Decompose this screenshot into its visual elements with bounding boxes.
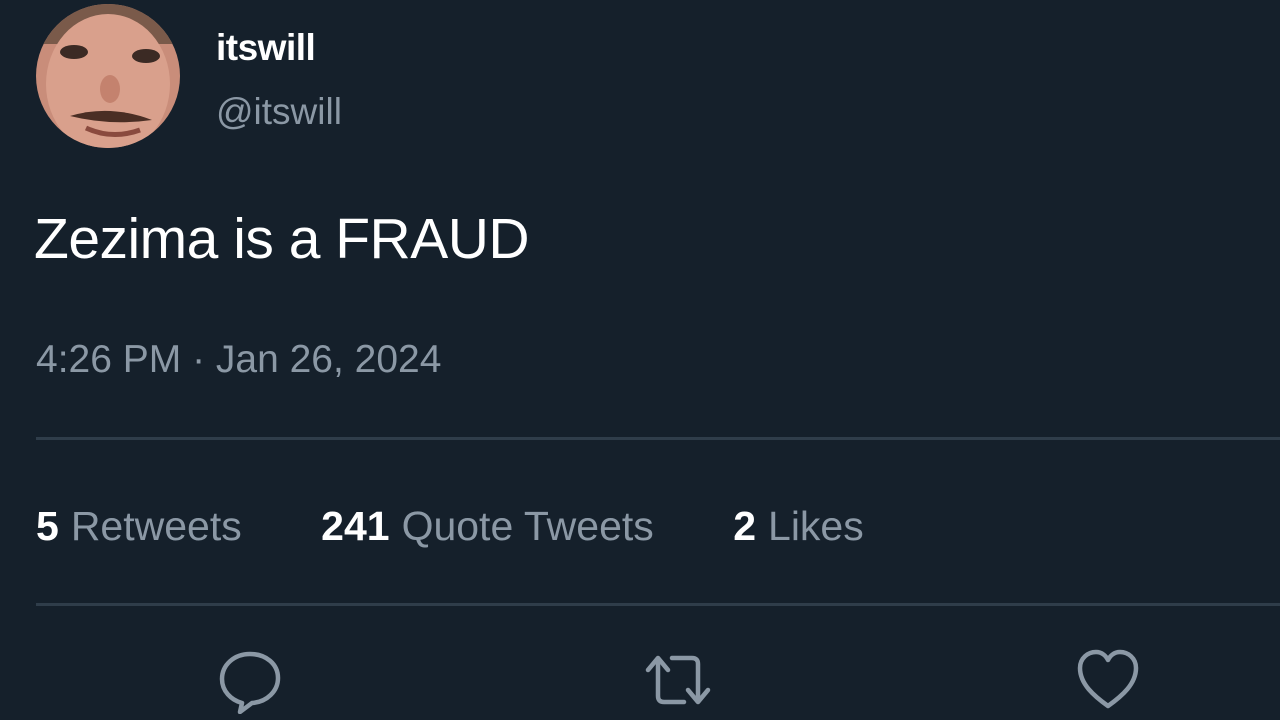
reply-icon: [219, 651, 281, 714]
tweet-text: Zezima is a FRAUD: [34, 207, 530, 271]
author-handle[interactable]: @itswill: [216, 91, 342, 133]
tweet-timestamp[interactable]: 4:26 PM · Jan 26, 2024: [36, 338, 441, 382]
engagement-stats: 5 Retweets 241 Quote Tweets 2 Likes: [36, 503, 932, 550]
retweet-button[interactable]: [644, 646, 712, 714]
quote-tweets-label: Quote Tweets: [401, 503, 654, 549]
retweets-label: Retweets: [70, 503, 242, 549]
retweet-icon: [645, 655, 711, 705]
quote-tweets-stat[interactable]: 241 Quote Tweets: [321, 503, 654, 550]
like-heart-icon: [1077, 649, 1139, 709]
author-display-name[interactable]: itswill: [216, 27, 316, 69]
likes-label: Likes: [768, 503, 864, 549]
quote-tweets-count: 241: [321, 503, 390, 549]
divider: [36, 603, 1280, 606]
avatar-photo-icon: [36, 4, 180, 148]
retweets-stat[interactable]: 5 Retweets: [36, 503, 242, 550]
retweets-count: 5: [36, 503, 59, 549]
divider: [36, 437, 1280, 440]
avatar[interactable]: [36, 4, 180, 148]
tweet-card: itswill @itswill Zezima is a FRAUD 4:26 …: [0, 0, 1280, 720]
likes-count: 2: [733, 503, 757, 549]
likes-stat[interactable]: 2 Likes: [733, 503, 864, 550]
reply-button[interactable]: [216, 646, 284, 714]
like-button[interactable]: [1074, 646, 1142, 714]
